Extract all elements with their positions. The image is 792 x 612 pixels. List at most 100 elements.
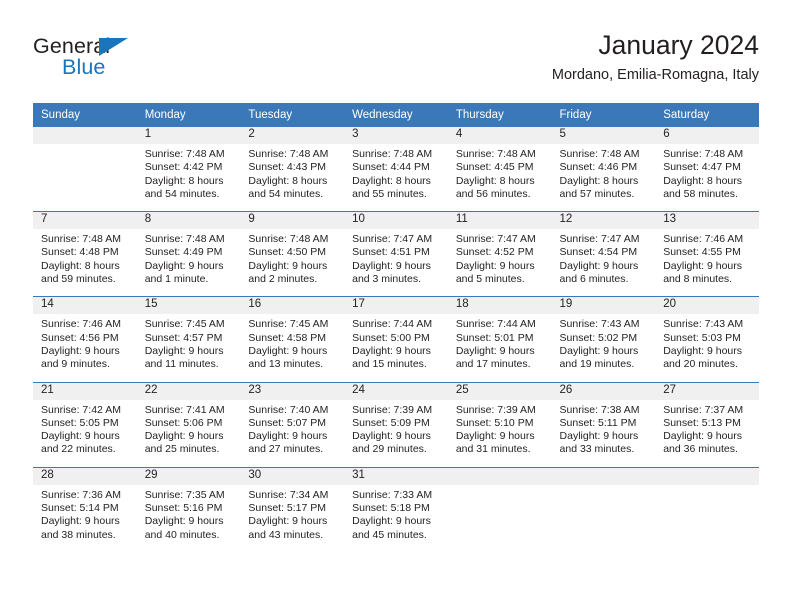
day-details: Sunrise: 7:48 AM Sunset: 4:49 PM Daylight:… bbox=[137, 229, 241, 296]
day-details: Sunrise: 7:48 AM Sunset: 4:46 PM Daylight:… bbox=[552, 144, 656, 211]
calendar-week-row: 21 Sunrise: 7:42 AM Sunset: 5:05 PM Dayligh… bbox=[33, 381, 759, 468]
day-number: 13 bbox=[655, 212, 759, 230]
sunset-text: Sunset: 4:52 PM bbox=[455, 246, 534, 259]
calendar-day-cell[interactable]: 7 Sunrise: 7:48 AM Sunset: 4:48 PM Daylight… bbox=[33, 211, 137, 297]
day-number: 18 bbox=[447, 297, 552, 315]
calendar-day-cell[interactable]: 4 Sunrise: 7:48 AM Sunset: 4:45 PM Daylight… bbox=[447, 127, 552, 212]
day-number: 15 bbox=[136, 297, 241, 315]
sunset-text: Sunset: 5:13 PM bbox=[663, 416, 741, 429]
general-blue-logo[interactable]: General Blue bbox=[33, 34, 233, 90]
sunrise-text: Sunrise: 7:44 AM bbox=[455, 318, 536, 331]
day-details: Sunrise: 7:36 AM Sunset: 5:14 PM Daylight:… bbox=[33, 485, 137, 552]
calendar-day-cell[interactable]: 2 Sunrise: 7:48 AM Sunset: 4:43 PM Daylight… bbox=[240, 127, 345, 212]
calendar-cell-empty bbox=[551, 466, 656, 552]
day-details: Sunrise: 7:43 AM Sunset: 5:02 PM Daylight:… bbox=[552, 314, 656, 381]
daylight-text: Daylight: 9 hours and 19 minutes. bbox=[559, 344, 639, 371]
calendar-day-cell[interactable]: 14 Sunrise: 7:46 AM Sunset: 4:56 PM Dayligh… bbox=[33, 296, 137, 383]
day-number bbox=[655, 467, 759, 485]
calendar-day-cell[interactable]: 15 Sunrise: 7:45 AM Sunset: 4:57 PM Dayligh… bbox=[136, 296, 241, 383]
daylight-text: Daylight: 9 hours and 9 minutes. bbox=[41, 344, 120, 371]
day-details: Sunrise: 7:39 AM Sunset: 5:10 PM Daylight:… bbox=[448, 400, 552, 467]
calendar-day-cell[interactable]: 17 Sunrise: 7:44 AM Sunset: 5:00 PM Dayligh… bbox=[344, 296, 448, 383]
calendar-day-cell[interactable]: 29 Sunrise: 7:35 AM Sunset: 5:16 PM Dayligh… bbox=[136, 466, 241, 552]
calendar-day-cell[interactable]: 20 Sunrise: 7:43 AM Sunset: 5:03 PM Dayligh… bbox=[655, 296, 759, 383]
calendar-week-row: 7 Sunrise: 7:48 AM Sunset: 4:48 PM Daylight… bbox=[33, 211, 759, 297]
day-number: 30 bbox=[240, 467, 345, 485]
calendar-day-cell[interactable]: 24 Sunrise: 7:39 AM Sunset: 5:09 PM Dayligh… bbox=[344, 381, 448, 468]
sunrise-text: Sunrise: 7:39 AM bbox=[352, 403, 433, 416]
sunset-text: Sunset: 4:51 PM bbox=[352, 246, 430, 259]
calendar-day-cell[interactable]: 6 Sunrise: 7:48 AM Sunset: 4:47 PM Daylight… bbox=[655, 127, 759, 212]
daylight-text: Daylight: 9 hours and 17 minutes. bbox=[455, 344, 535, 371]
day-details: Sunrise: 7:45 AM Sunset: 4:57 PM Daylight:… bbox=[137, 314, 241, 381]
day-details bbox=[448, 485, 552, 551]
calendar-day-cell[interactable]: 21 Sunrise: 7:42 AM Sunset: 5:05 PM Dayligh… bbox=[33, 381, 137, 468]
sunset-text: Sunset: 4:42 PM bbox=[144, 161, 223, 174]
sunset-text: Sunset: 4:46 PM bbox=[559, 161, 638, 174]
sunrise-text: Sunrise: 7:37 AM bbox=[663, 403, 744, 416]
calendar-day-cell[interactable]: 1 Sunrise: 7:48 AM Sunset: 4:42 PM Daylight… bbox=[136, 127, 241, 212]
day-details: Sunrise: 7:33 AM Sunset: 5:18 PM Daylight:… bbox=[344, 485, 448, 552]
calendar-day-cell[interactable]: 11 Sunrise: 7:47 AM Sunset: 4:52 PM Dayligh… bbox=[447, 211, 552, 297]
daylight-text: Daylight: 9 hours and 8 minutes. bbox=[663, 259, 743, 286]
sunset-text: Sunset: 5:09 PM bbox=[352, 416, 430, 429]
calendar-day-cell[interactable]: 27 Sunrise: 7:37 AM Sunset: 5:13 PM Dayligh… bbox=[655, 381, 759, 468]
day-number bbox=[33, 127, 137, 144]
page-subtitle: Mordano, Emilia-Romagna, Italy bbox=[551, 67, 759, 83]
day-number: 17 bbox=[344, 297, 448, 315]
day-details: Sunrise: 7:41 AM Sunset: 5:06 PM Daylight:… bbox=[137, 400, 241, 467]
day-details: Sunrise: 7:47 AM Sunset: 4:51 PM Daylight:… bbox=[344, 229, 448, 296]
sunrise-text: Sunrise: 7:46 AM bbox=[663, 233, 744, 246]
daylight-text: Daylight: 9 hours and 13 minutes. bbox=[248, 344, 328, 371]
sunset-text: Sunset: 5:02 PM bbox=[559, 331, 638, 344]
sunrise-text: Sunrise: 7:48 AM bbox=[663, 148, 744, 160]
sunrise-text: Sunrise: 7:43 AM bbox=[559, 318, 640, 331]
calendar-day-cell[interactable]: 13 Sunrise: 7:46 AM Sunset: 4:55 PM Dayligh… bbox=[655, 211, 759, 297]
calendar-day-cell[interactable]: 9 Sunrise: 7:48 AM Sunset: 4:50 PM Daylight… bbox=[240, 211, 345, 297]
calendar-day-cell[interactable]: 30 Sunrise: 7:34 AM Sunset: 5:17 PM Dayligh… bbox=[240, 466, 345, 552]
calendar-day-cell[interactable]: 28 Sunrise: 7:36 AM Sunset: 5:14 PM Dayligh… bbox=[33, 466, 137, 552]
daylight-text: Daylight: 9 hours and 20 minutes. bbox=[663, 344, 743, 371]
weekday-header-tuesday: Tuesday bbox=[240, 103, 345, 127]
sunrise-text: Sunrise: 7:46 AM bbox=[41, 318, 121, 331]
calendar-day-cell[interactable]: 5 Sunrise: 7:48 AM Sunset: 4:46 PM Daylight… bbox=[551, 127, 656, 212]
sunset-text: Sunset: 5:00 PM bbox=[352, 331, 430, 344]
calendar-day-cell[interactable]: 18 Sunrise: 7:44 AM Sunset: 5:01 PM Dayligh… bbox=[447, 296, 552, 383]
daylight-text: Daylight: 8 hours and 54 minutes. bbox=[248, 174, 328, 200]
daylight-text: Daylight: 9 hours and 3 minutes. bbox=[352, 259, 431, 286]
sunset-text: Sunset: 5:01 PM bbox=[455, 331, 534, 344]
day-details: Sunrise: 7:48 AM Sunset: 4:45 PM Daylight:… bbox=[448, 144, 552, 211]
day-number: 26 bbox=[551, 382, 656, 400]
sunrise-text: Sunrise: 7:45 AM bbox=[248, 318, 329, 331]
day-number: 21 bbox=[33, 382, 137, 400]
day-details: Sunrise: 7:48 AM Sunset: 4:48 PM Daylight:… bbox=[33, 229, 137, 296]
calendar-day-cell[interactable]: 3 Sunrise: 7:48 AM Sunset: 4:44 PM Daylight… bbox=[344, 127, 448, 212]
day-details: Sunrise: 7:45 AM Sunset: 4:58 PM Daylight:… bbox=[240, 314, 344, 381]
calendar-day-cell[interactable]: 26 Sunrise: 7:38 AM Sunset: 5:11 PM Dayligh… bbox=[551, 381, 656, 468]
calendar-day-cell[interactable]: 16 Sunrise: 7:45 AM Sunset: 4:58 PM Dayligh… bbox=[240, 296, 345, 383]
calendar-day-cell[interactable]: 19 Sunrise: 7:43 AM Sunset: 5:02 PM Dayligh… bbox=[551, 296, 656, 383]
sunset-text: Sunset: 4:49 PM bbox=[144, 246, 223, 259]
day-details: Sunrise: 7:38 AM Sunset: 5:11 PM Daylight:… bbox=[552, 400, 656, 467]
weekday-header-saturday: Saturday bbox=[655, 103, 759, 127]
calendar-day-cell[interactable]: 25 Sunrise: 7:39 AM Sunset: 5:10 PM Dayligh… bbox=[447, 381, 552, 468]
day-details: Sunrise: 7:42 AM Sunset: 5:05 PM Daylight:… bbox=[33, 400, 137, 467]
sunrise-text: Sunrise: 7:48 AM bbox=[144, 233, 225, 246]
calendar-day-cell[interactable]: 22 Sunrise: 7:41 AM Sunset: 5:06 PM Dayligh… bbox=[136, 381, 241, 468]
calendar-day-cell[interactable]: 8 Sunrise: 7:48 AM Sunset: 4:49 PM Daylight… bbox=[136, 211, 241, 297]
sunrise-text: Sunrise: 7:44 AM bbox=[352, 318, 433, 331]
calendar-day-cell[interactable]: 10 Sunrise: 7:47 AM Sunset: 4:51 PM Dayligh… bbox=[344, 211, 448, 297]
calendar-day-cell[interactable]: 12 Sunrise: 7:47 AM Sunset: 4:54 PM Dayligh… bbox=[551, 211, 656, 297]
daylight-text: Daylight: 9 hours and 22 minutes. bbox=[41, 430, 120, 456]
day-details: Sunrise: 7:35 AM Sunset: 5:16 PM Daylight:… bbox=[137, 485, 241, 552]
sunrise-text: Sunrise: 7:43 AM bbox=[663, 318, 744, 331]
sunset-text: Sunset: 5:16 PM bbox=[144, 502, 223, 515]
calendar-week-row: 28 Sunrise: 7:36 AM Sunset: 5:14 PM Dayligh… bbox=[33, 466, 759, 552]
sunrise-text: Sunrise: 7:45 AM bbox=[144, 318, 225, 331]
calendar-day-cell[interactable]: 31 Sunrise: 7:33 AM Sunset: 5:18 PM Dayligh… bbox=[344, 466, 448, 552]
sunset-text: Sunset: 4:56 PM bbox=[41, 331, 119, 344]
day-details: Sunrise: 7:39 AM Sunset: 5:09 PM Daylight:… bbox=[344, 400, 448, 467]
calendar-week-row: 14 Sunrise: 7:46 AM Sunset: 4:56 PM Dayligh… bbox=[33, 296, 759, 383]
calendar-day-cell[interactable]: 23 Sunrise: 7:40 AM Sunset: 5:07 PM Dayligh… bbox=[240, 381, 345, 468]
day-number: 25 bbox=[447, 382, 552, 400]
